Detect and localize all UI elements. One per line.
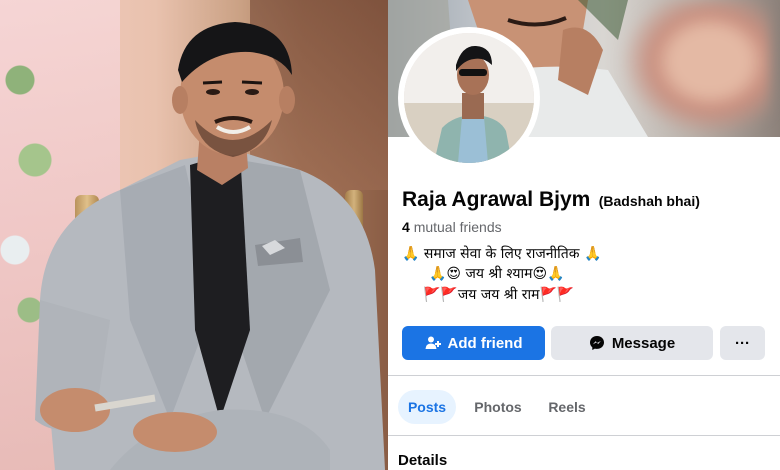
message-button[interactable]: Message <box>551 326 713 360</box>
tab-posts[interactable]: Posts <box>398 390 456 424</box>
add-friend-label: Add friend <box>447 334 523 352</box>
mutual-friends[interactable]: 4 mutual friends <box>402 219 502 235</box>
tab-photos[interactable]: Photos <box>468 390 528 424</box>
message-label: Message <box>611 334 676 352</box>
more-dots-icon: ··· <box>735 334 750 352</box>
blurred-face <box>620 0 770 137</box>
bio-line: 🚩🚩जय जय श्री राम🚩🚩 <box>423 287 575 303</box>
person-in-suit <box>35 22 385 470</box>
more-options-button[interactable]: ··· <box>720 326 765 360</box>
tab-reels[interactable]: Reels <box>543 390 591 424</box>
facebook-profile-panel: Raja Agrawal Bjym (Badshah bhai) 4 mutua… <box>388 0 780 470</box>
add-person-icon <box>425 335 441 351</box>
divider <box>388 435 780 436</box>
mutual-friends-count: 4 <box>402 219 410 235</box>
profile-photo-large <box>0 0 388 470</box>
avatar-image <box>404 33 534 163</box>
divider <box>388 375 780 376</box>
bio-line: 🙏 समाज सेवा के लिए राजनीतिक 🙏 <box>402 246 602 262</box>
profile-nickname: (Badshah bhai) <box>598 193 700 209</box>
bio-line: 🙏😍 जय श्री श्याम😍🙏 <box>429 266 565 282</box>
profile-avatar[interactable] <box>398 27 540 169</box>
details-heading: Details <box>398 452 448 469</box>
profile-name-row: Raja Agrawal Bjym (Badshah bhai) <box>402 188 700 212</box>
avatar-person <box>404 33 534 163</box>
mutual-friends-label: mutual friends <box>413 219 502 235</box>
add-friend-button[interactable]: Add friend <box>402 326 545 360</box>
messenger-icon <box>589 335 605 351</box>
profile-name: Raja Agrawal Bjym <box>402 188 591 211</box>
